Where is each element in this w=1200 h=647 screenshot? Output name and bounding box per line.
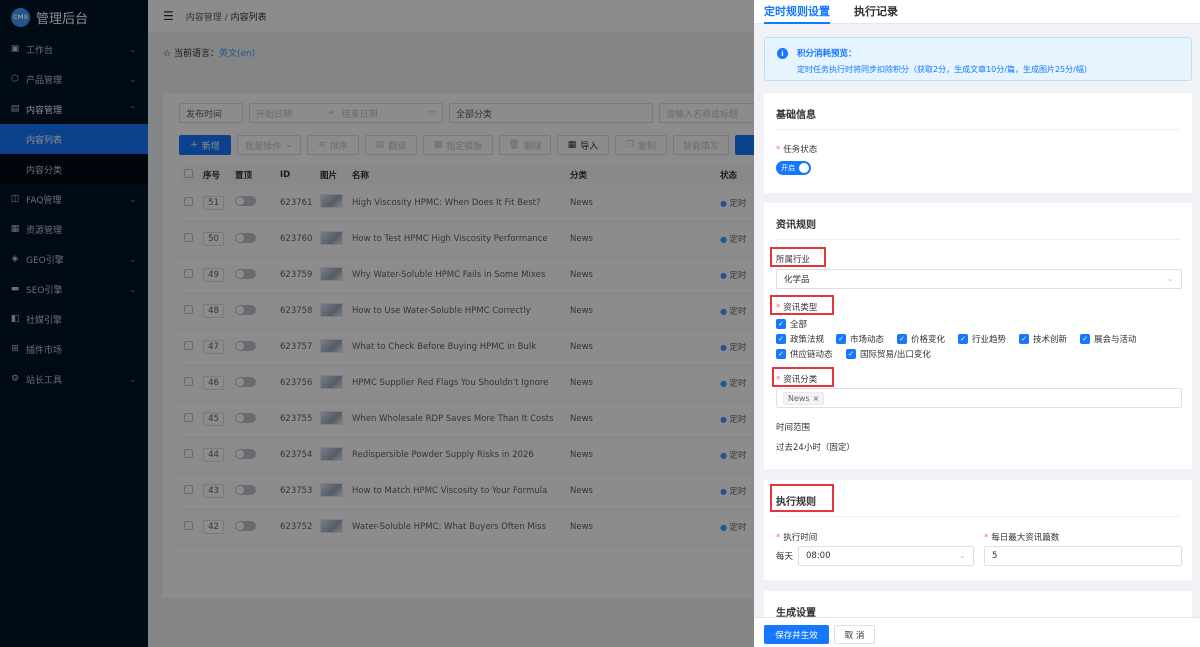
points-notice: i 积分消耗预览： 定时任务执行时将同步扣除积分（获取2分，生成文章10分/篇，…	[764, 37, 1192, 81]
max-news-value: 5	[992, 551, 998, 561]
label-text: 任务状态	[783, 145, 818, 155]
max-news-label: * 每日最大资讯篇数	[984, 533, 1060, 543]
industry-value: 化学品	[784, 275, 810, 285]
highlight-box	[770, 484, 834, 512]
checkbox-label: 市场动态	[850, 335, 885, 345]
check-icon: ✓	[958, 334, 968, 344]
highlight-box	[770, 295, 834, 315]
daily-label: 每天	[776, 552, 794, 562]
checkbox-label: 供应链动态	[790, 350, 833, 360]
section-title: 基础信息	[776, 110, 816, 121]
label-text: 执行时间	[783, 533, 818, 543]
check-icon: ✓	[776, 334, 786, 344]
schedule-drawer: 定时规则设置 执行记录 i 积分消耗预览： 定时任务执行时将同步扣除积分（获取2…	[754, 0, 1200, 647]
tab-execution-log[interactable]: 执行记录	[854, 0, 898, 23]
cancel-button[interactable]: 取 消	[834, 625, 875, 644]
drawer-tabs: 定时规则设置 执行记录	[754, 0, 1200, 24]
checkbox-label: 价格变化	[911, 335, 946, 345]
type-checkbox-policy[interactable]: ✓ 政策法规	[776, 333, 824, 345]
highlight-box	[770, 247, 826, 267]
checkbox-label: 技术创新	[1033, 335, 1068, 345]
type-checkbox-supply[interactable]: ✓ 供应链动态	[776, 348, 833, 360]
drawer-footer: 保存并生效 取 消	[754, 617, 1200, 647]
tag-label: News	[788, 393, 810, 403]
time-range-label: 时间范围	[776, 423, 811, 433]
close-icon[interactable]: ×	[813, 394, 820, 403]
toggle-text: 开启	[781, 164, 795, 172]
industry-select[interactable]: 化学品 ⌄	[776, 269, 1182, 289]
section-title: 资讯规则	[776, 220, 816, 231]
type-checkbox-trade[interactable]: ✓ 国际贸易/出口变化	[846, 348, 931, 360]
basic-info-section: 基础信息 * 任务状态 开启	[764, 93, 1192, 193]
label-text: 每日最大资讯篇数	[991, 533, 1060, 543]
check-icon: ✓	[897, 334, 907, 344]
tab-schedule-settings[interactable]: 定时规则设置	[764, 0, 830, 24]
check-icon: ✓	[1080, 334, 1090, 344]
type-checkbox-events[interactable]: ✓ 展会与活动	[1080, 333, 1137, 345]
type-checkbox-all[interactable]: ✓ 全部	[776, 318, 807, 330]
check-icon: ✓	[836, 334, 846, 344]
info-icon: i	[777, 48, 788, 59]
chevron-down-icon: ⌄	[1166, 274, 1174, 284]
news-category-select[interactable]: News ×	[776, 388, 1182, 408]
chevron-down-icon: ⌄	[958, 551, 966, 561]
max-news-input[interactable]: 5	[984, 546, 1182, 566]
checkbox-label: 全部	[790, 320, 808, 330]
news-rules-section: 资讯规则 所属行业 化学品 ⌄ * 资讯类型 ✓ 全部 ✓ 政策法规 ✓ 市场动态 ✓ 价格…	[764, 203, 1192, 469]
category-tag: News ×	[783, 391, 825, 405]
exec-time-select[interactable]: 08:00 ⌄	[798, 546, 974, 566]
checkbox-label: 政策法规	[790, 335, 825, 345]
notice-text: 定时任务执行时将同步扣除积分（获取2分，生成文章10分/篇，生成图片25分/幅）	[797, 65, 1092, 74]
type-checkbox-tech[interactable]: ✓ 技术创新	[1019, 333, 1067, 345]
check-icon: ✓	[1019, 334, 1029, 344]
drawer-body: i 积分消耗预览： 定时任务执行时将同步扣除积分（获取2分，生成文章10分/篇，…	[754, 25, 1200, 617]
generation-settings-section: 生成设置	[764, 591, 1192, 617]
checkbox-label: 展会与活动	[1094, 335, 1137, 345]
execution-rules-section: 执行规则 * 执行时间 每天 08:00 ⌄ * 每日最大资讯篇数 5	[764, 480, 1192, 580]
notice-title: 积分消耗预览：	[797, 49, 857, 59]
save-apply-button[interactable]: 保存并生效	[764, 625, 829, 644]
time-range-value: 过去24小时（固定）	[776, 443, 855, 453]
section-title: 生成设置	[776, 608, 816, 617]
type-checkbox-trend[interactable]: ✓ 行业趋势	[958, 333, 1006, 345]
exec-time-value: 08:00	[806, 551, 831, 561]
task-status-toggle[interactable]: 开启	[776, 161, 811, 175]
check-icon: ✓	[846, 349, 856, 359]
type-checkbox-market[interactable]: ✓ 市场动态	[836, 333, 884, 345]
check-icon: ✓	[776, 319, 786, 329]
task-status-label: * 任务状态	[776, 145, 818, 155]
type-checkbox-price[interactable]: ✓ 价格变化	[897, 333, 945, 345]
check-icon: ✓	[776, 349, 786, 359]
checkbox-label: 行业趋势	[972, 335, 1007, 345]
checkbox-label: 国际贸易/出口变化	[860, 350, 931, 360]
exec-time-label: * 执行时间	[776, 533, 818, 543]
highlight-box	[772, 367, 834, 387]
modal-overlay[interactable]	[0, 0, 754, 647]
